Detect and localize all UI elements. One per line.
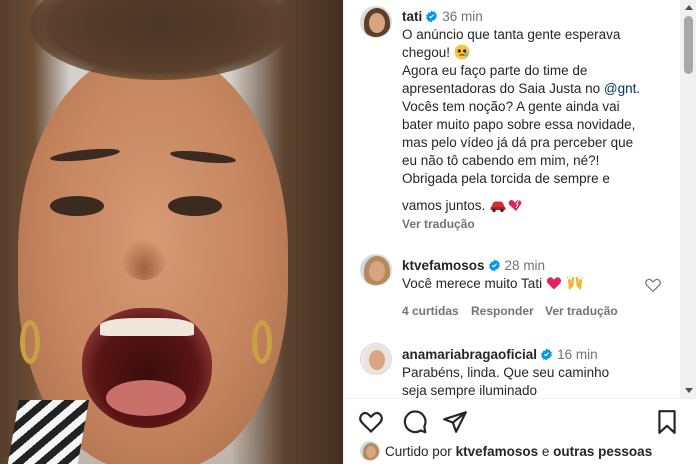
comment-2-username[interactable]: anamariabragaoficial — [402, 347, 537, 362]
comment-1-likes[interactable]: 4 curtidas — [402, 304, 459, 318]
comment-1-text: Você merece muito Tati — [402, 276, 546, 291]
liked-by-user[interactable]: ktvefamosos — [456, 444, 539, 459]
liked-by-conjunction: e — [541, 444, 550, 459]
comment-2-header: anamariabragaoficial 16 min — [402, 346, 598, 364]
comment-1-username[interactable]: ktvefamosos — [402, 258, 485, 273]
comment-bubble-icon[interactable] — [402, 409, 428, 435]
caption-line-2-text: chegou! — [402, 45, 454, 60]
post-action-bar: Curtido por ktvefamosos e outras pessoas — [344, 398, 696, 464]
caption-line-8: eu não tô cabendo em mim, né?! — [402, 153, 600, 168]
comment-1-text-line: Você merece muito Tati — [402, 275, 584, 293]
pleading-face-icon — [454, 44, 470, 60]
video-scarf — [4, 400, 90, 464]
video-eye-left — [50, 196, 104, 216]
video-earring-left — [20, 320, 40, 364]
video-teeth — [100, 318, 194, 336]
caption-line-10-text: vamos juntos. — [402, 198, 490, 213]
caption-line-3: Agora eu faço parte do time de — [402, 63, 588, 78]
post-time: 36 min — [442, 9, 483, 24]
comment-1-avatar[interactable] — [360, 254, 392, 286]
caption-header: tati 36 min — [402, 8, 483, 26]
liked-by-prefix: Curtido por — [385, 444, 452, 459]
comment-1-header: ktvefamosos 28 min — [402, 257, 545, 275]
comments-scroll-area[interactable]: tati 36 min O anúncio que tanta gente esp… — [344, 0, 680, 398]
avatar-face — [369, 350, 385, 370]
comment-1-time: 28 min — [504, 258, 546, 273]
comment-1-like-icon[interactable] — [644, 276, 662, 294]
caption-line-4-text: apresentadoras do Saia Justa no — [402, 81, 604, 96]
save-bookmark-icon[interactable] — [654, 409, 680, 435]
comments-scrollbar[interactable] — [680, 0, 696, 398]
post-video[interactable] — [0, 0, 343, 464]
verified-icon — [541, 348, 552, 361]
author-avatar[interactable] — [360, 6, 392, 38]
comment-2-time: 16 min — [557, 347, 598, 362]
video-nose — [122, 240, 166, 280]
liked-by-others[interactable]: outras pessoas — [553, 444, 652, 459]
caption-line-1: O anúncio que tanta gente esperava — [402, 27, 621, 42]
caption-line-5: Vocês tem noção? A gente ainda vai — [402, 99, 620, 114]
comment-1-see-translation[interactable]: Ver tradução — [545, 304, 618, 318]
comment-2-text-line-1: Parabéns, linda. Que seu caminho — [402, 365, 610, 380]
comment-2-text-line-2: seja sempre iluminado — [402, 383, 538, 398]
scrollbar-thumb[interactable] — [684, 16, 693, 74]
raising-hands-icon — [566, 275, 583, 290]
caption-line-2: chegou! — [402, 44, 470, 62]
liked-by-summary: Curtido por ktvefamosos e outras pessoas — [385, 444, 652, 459]
scroll-down-arrow-icon[interactable] — [680, 384, 696, 398]
caption-mention-link[interactable]: @gnt. — [604, 81, 640, 96]
caption-line-6: bater muito papo sobre essa novidade, — [402, 117, 636, 132]
verified-icon — [426, 10, 438, 23]
liked-by-avatar[interactable] — [360, 441, 380, 461]
caption-line-9: Obrigada pela torcida de sempre e — [402, 171, 610, 186]
comments-panel: tati 36 min O anúncio que tanta gente esp… — [343, 0, 696, 464]
caption-line-7: mas pelo vídeo já dá pra perceber que — [402, 135, 634, 150]
avatar-face — [369, 13, 385, 33]
video-tongue — [106, 380, 186, 416]
avatar-face — [369, 261, 385, 281]
caption-see-translation[interactable]: Ver tradução — [402, 217, 475, 231]
verified-icon — [488, 259, 500, 272]
comment-1-reply-button[interactable]: Responder — [471, 304, 534, 318]
red-heart-icon — [546, 277, 561, 290]
share-paper-plane-icon[interactable] — [442, 409, 468, 435]
caption-line-4: apresentadoras do Saia Justa no @gnt. — [402, 80, 640, 98]
author-username[interactable]: tati — [402, 9, 422, 24]
scroll-up-arrow-icon[interactable] — [680, 0, 696, 14]
comment-2-avatar[interactable] — [360, 343, 392, 375]
avatar-face — [366, 446, 376, 458]
car-heart-emojis-icon — [490, 199, 522, 213]
video-earring-right — [252, 320, 272, 364]
like-heart-icon[interactable] — [358, 409, 384, 435]
caption-line-10: vamos juntos. — [402, 197, 525, 215]
video-eye-right — [168, 196, 222, 216]
